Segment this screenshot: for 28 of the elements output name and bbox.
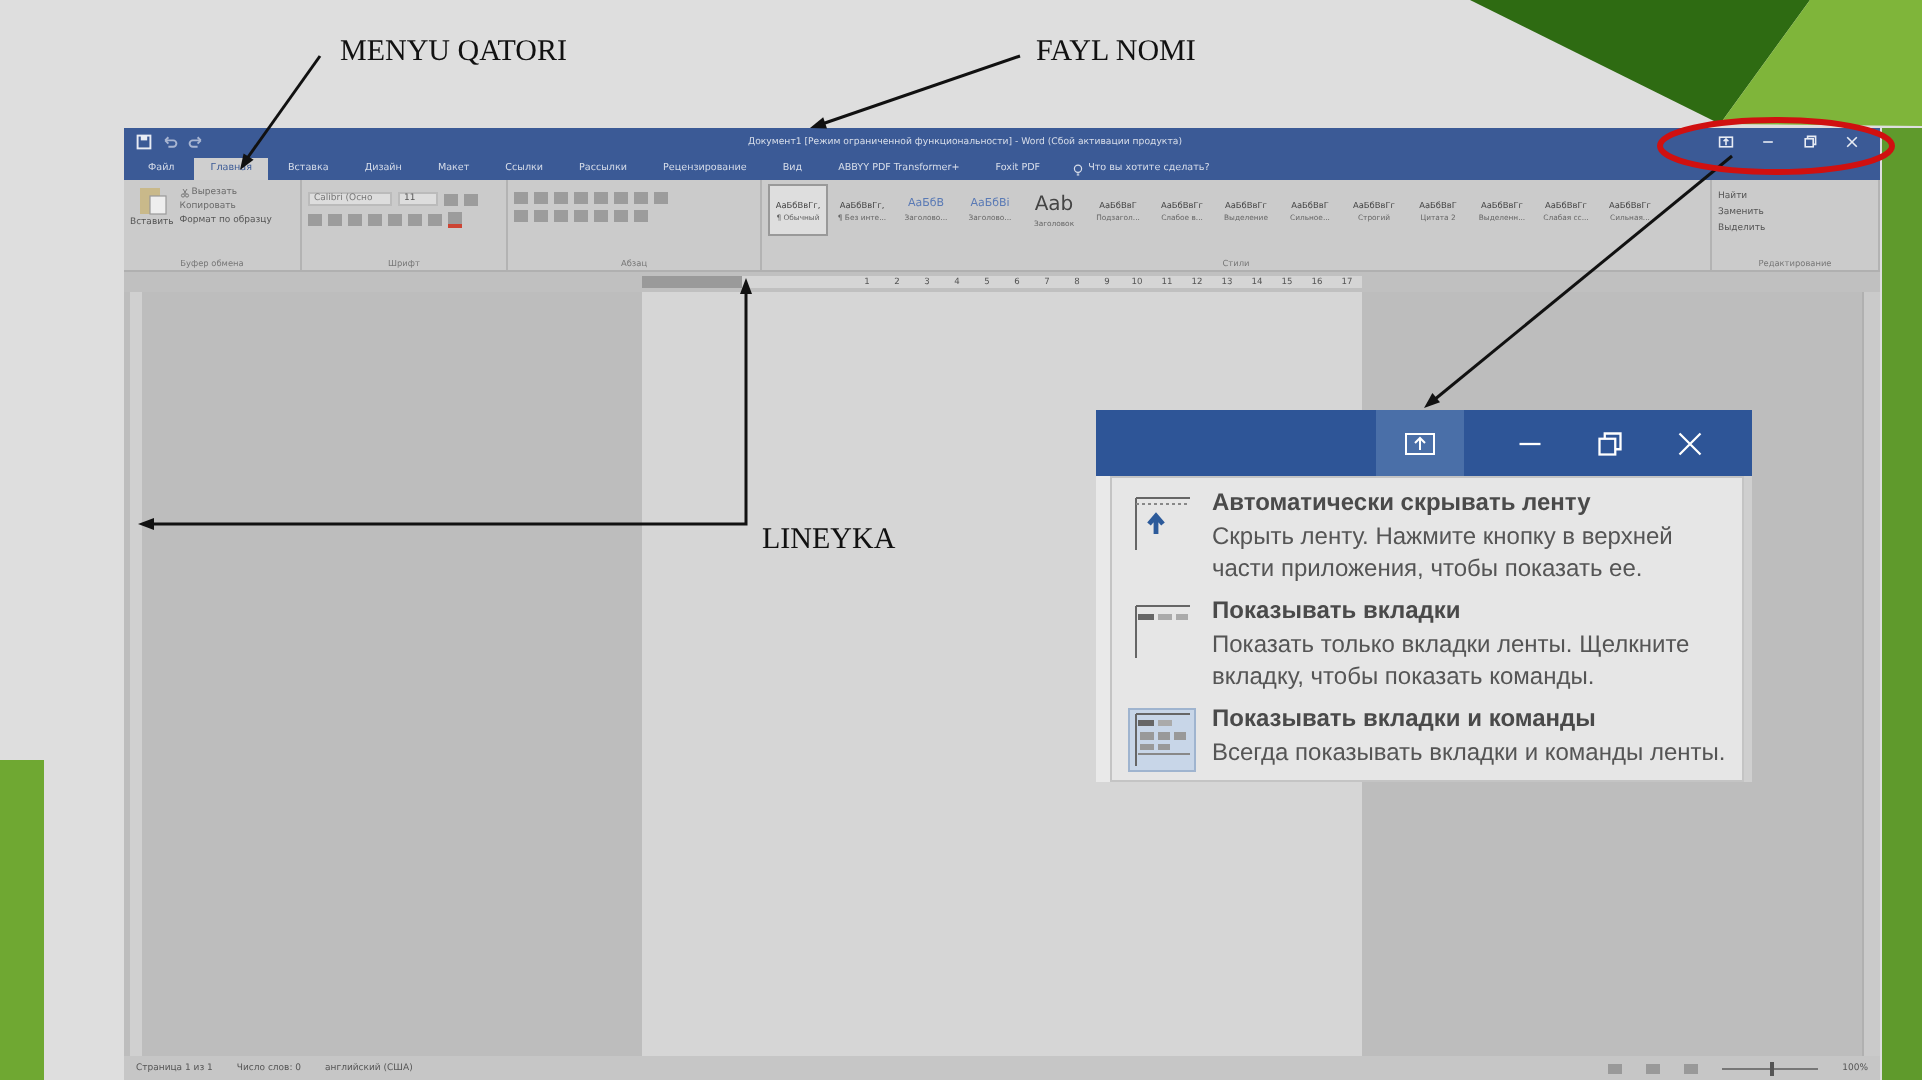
menu-item-title[interactable]: Показывать вкладки и команды [1212, 704, 1726, 733]
menu-item-description: Всегда показывать вкладки и команды ленты. [1212, 738, 1726, 770]
save-icon[interactable] [136, 134, 152, 150]
annotation-label: MENYU QATORI [340, 36, 567, 70]
zoom-thumb[interactable] [1770, 1061, 1775, 1075]
lightbulb-icon [1072, 163, 1085, 175]
restore-icon[interactable] [1596, 429, 1624, 457]
ribbon-options-button[interactable] [1376, 410, 1464, 476]
view-icon[interactable] [1646, 1063, 1661, 1073]
close-icon[interactable] [1844, 134, 1860, 150]
font-color-icon[interactable] [448, 212, 462, 228]
clipboard-icon [135, 184, 168, 216]
menu-item-title[interactable]: Автоматически скрывать ленту [1212, 488, 1726, 516]
scrollbar[interactable] [1862, 292, 1880, 1056]
menu-item-description: Скрыть ленту. Нажмите кнопку в верхней части приложения, чтобы показать ее. [1212, 522, 1675, 585]
view-icon[interactable] [1608, 1063, 1623, 1073]
ribbon-options-icon[interactable] [1718, 134, 1734, 150]
undo-icon[interactable] [162, 134, 178, 150]
menu-item-title[interactable]: Показывать вкладки [1212, 596, 1726, 625]
menu-item-icon[interactable] [1128, 708, 1196, 773]
annotation-label: LINEYKA [762, 524, 896, 558]
annotation-label: FAYL NOMI [1036, 36, 1196, 70]
restore-icon[interactable] [1802, 134, 1818, 150]
redo-icon[interactable] [188, 134, 204, 150]
menu-item-description: Показать только вкладки ленты. Щелкните вкладку, чтобы показать команды. [1212, 630, 1692, 693]
ribbon-options-icon [1404, 431, 1436, 455]
view-icon[interactable] [1684, 1063, 1699, 1073]
scissors-icon [179, 188, 190, 198]
